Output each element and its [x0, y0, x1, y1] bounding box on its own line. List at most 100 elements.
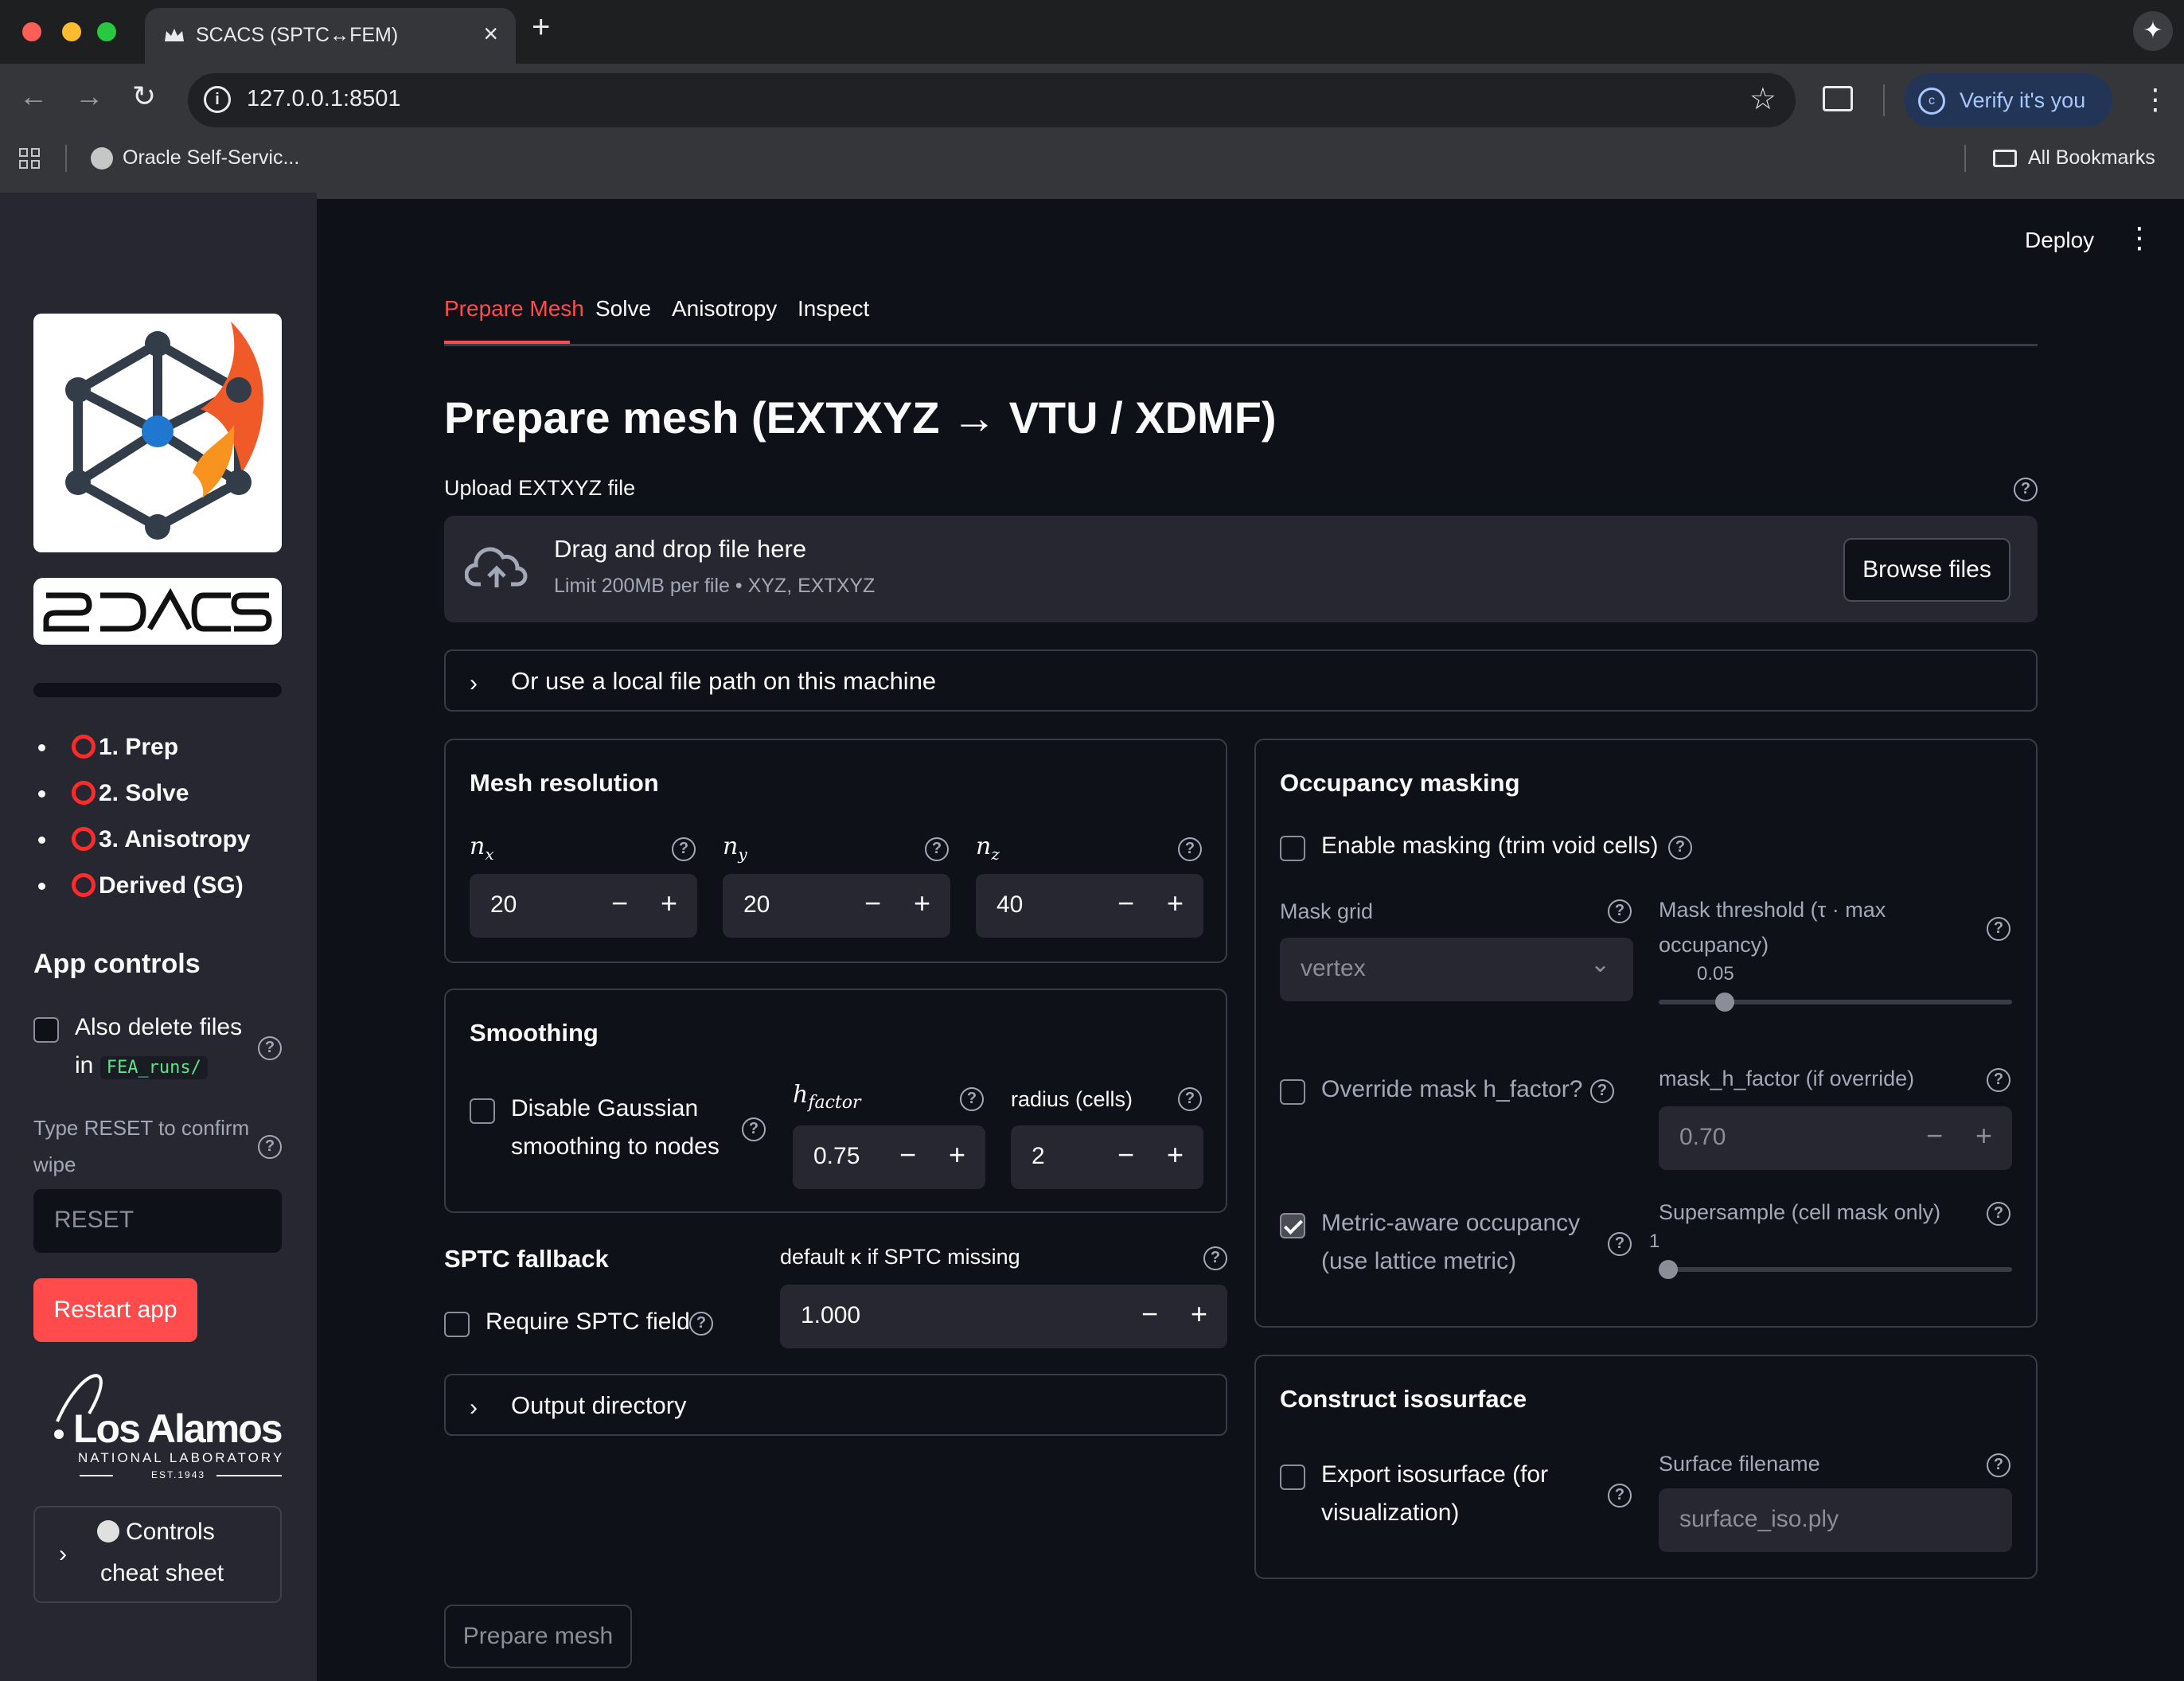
output-directory-expander[interactable]: › Output directory — [444, 1374, 1227, 1436]
help-icon[interactable]: ? — [1178, 1087, 1202, 1111]
browse-files-button[interactable]: Browse files — [1843, 538, 2010, 602]
page-title: Prepare mesh (EXTXYZ → VTU / XDMF) — [444, 392, 1277, 443]
increment-button[interactable]: + — [661, 887, 677, 920]
help-icon[interactable]: ? — [925, 837, 949, 861]
default-kappa-stepper[interactable]: 1.000 − + — [780, 1285, 1227, 1348]
lens-icon[interactable] — [1823, 86, 1853, 111]
decrement-button[interactable]: − — [1117, 887, 1134, 920]
minimize-window-button[interactable] — [62, 22, 81, 41]
help-icon[interactable]: ? — [2014, 478, 2038, 501]
help-icon[interactable]: ? — [1608, 1484, 1632, 1507]
close-tab-icon[interactable]: × — [483, 19, 498, 49]
help-icon[interactable]: ? — [1987, 1068, 2010, 1092]
close-window-button[interactable] — [22, 22, 41, 41]
tab-prepare-mesh[interactable]: Prepare Mesh — [444, 296, 584, 322]
back-button[interactable]: ← — [19, 80, 48, 113]
step-item-prep[interactable]: 1. Prep — [33, 727, 251, 774]
smoothing-title: Smoothing — [470, 1019, 599, 1047]
increment-button[interactable]: + — [1975, 1119, 1992, 1153]
supersample-slider-handle[interactable] — [1659, 1260, 1678, 1279]
tab-anisotropy[interactable]: Anisotropy — [672, 296, 777, 322]
zoom-window-button[interactable] — [97, 22, 116, 41]
app-controls-heading: App controls — [33, 949, 201, 979]
mask-hfactor-stepper[interactable]: 0.70 − + — [1659, 1106, 2012, 1170]
disable-smoothing-checkbox[interactable] — [470, 1098, 495, 1124]
require-sptc-label: Require SPTC field — [486, 1309, 690, 1335]
surface-filename-input[interactable]: surface_iso.ply — [1659, 1488, 2012, 1552]
step-item-derived[interactable]: Derived (SG) — [33, 866, 251, 912]
star-icon[interactable]: ☆ — [1749, 81, 1776, 117]
help-icon[interactable]: ? — [1608, 1232, 1632, 1256]
increment-button[interactable]: + — [914, 887, 930, 920]
decrement-button[interactable]: − — [611, 887, 628, 920]
new-tab-button[interactable]: + — [532, 10, 550, 45]
tab-solve[interactable]: Solve — [595, 296, 651, 322]
also-delete-checkbox[interactable] — [33, 1017, 59, 1043]
metric-aware-checkbox[interactable] — [1280, 1213, 1305, 1238]
help-icon[interactable]: ? — [1178, 837, 1202, 861]
supersample-slider-track[interactable] — [1659, 1267, 2012, 1272]
decrement-button[interactable]: − — [864, 887, 881, 920]
reload-button[interactable]: ↻ — [132, 80, 156, 113]
prepare-mesh-button[interactable]: Prepare mesh — [444, 1605, 632, 1668]
bookmark-oracle[interactable]: Oracle Self-Servic... — [91, 146, 299, 170]
increment-button[interactable]: + — [1167, 1138, 1184, 1172]
grid-icon[interactable] — [19, 148, 41, 170]
help-icon[interactable]: ? — [1987, 1453, 2010, 1477]
help-icon[interactable]: ? — [258, 1135, 282, 1159]
decrement-button[interactable]: − — [1117, 1138, 1134, 1172]
gemini-icon[interactable]: ✦ — [2133, 11, 2173, 51]
help-icon[interactable]: ? — [1590, 1079, 1614, 1103]
decrement-button[interactable]: − — [1141, 1297, 1158, 1331]
deploy-button[interactable]: Deploy — [2025, 228, 2094, 253]
help-icon[interactable]: ? — [258, 1036, 282, 1060]
mask-grid-select[interactable]: vertex ⌄ — [1280, 938, 1633, 1001]
upload-label: Upload EXTXYZ file — [444, 476, 636, 500]
step-item-anisotropy[interactable]: 3. Anisotropy — [33, 820, 251, 866]
forward-button[interactable]: → — [75, 80, 103, 113]
help-icon[interactable]: ? — [742, 1117, 766, 1141]
enable-masking-checkbox[interactable] — [1280, 836, 1305, 861]
local-path-expander[interactable]: › Or use a local file path on this machi… — [444, 649, 2038, 712]
url-text: 127.0.0.1:8501 — [247, 86, 401, 111]
help-icon[interactable]: ? — [1203, 1246, 1227, 1270]
output-directory-label: Output directory — [511, 1391, 687, 1419]
chevron-right-icon: › — [470, 1394, 478, 1421]
restart-app-button[interactable]: Restart app — [33, 1278, 197, 1342]
export-isosurface-checkbox[interactable] — [1280, 1465, 1305, 1490]
address-bar[interactable]: i 127.0.0.1:8501 ☆ — [188, 73, 1796, 127]
increment-button[interactable]: + — [949, 1138, 965, 1172]
help-icon[interactable]: ? — [1987, 1202, 2010, 1226]
main-menu-icon[interactable]: ⋮ — [2125, 221, 2154, 255]
require-sptc-checkbox[interactable] — [444, 1312, 470, 1337]
also-delete-label: Also delete files — [75, 1014, 243, 1040]
info-icon[interactable]: i — [204, 86, 231, 113]
mask-threshold-slider-track[interactable] — [1659, 1000, 2012, 1004]
all-bookmarks[interactable]: All Bookmarks — [1993, 146, 2155, 170]
step-item-solve[interactable]: 2. Solve — [33, 774, 251, 820]
help-icon[interactable]: ? — [1987, 917, 2010, 941]
decrement-button[interactable]: − — [1926, 1119, 1943, 1153]
increment-button[interactable]: + — [1167, 887, 1184, 920]
help-icon[interactable]: ? — [689, 1312, 713, 1336]
nx-stepper[interactable]: 20 − + — [470, 874, 697, 938]
browser-tab[interactable]: SCACS (SPTC↔FEM) × — [145, 8, 516, 64]
reset-input[interactable]: RESET — [33, 1189, 282, 1253]
verify-profile-button[interactable]: c Verify it's you — [1904, 73, 2112, 127]
hfactor-stepper[interactable]: 0.75 − + — [793, 1125, 985, 1189]
help-icon[interactable]: ? — [1608, 899, 1632, 923]
increment-button[interactable]: + — [1191, 1297, 1207, 1331]
ny-stepper[interactable]: 20 − + — [723, 874, 950, 938]
help-icon[interactable]: ? — [1668, 836, 1692, 860]
file-dropzone[interactable]: Drag and drop file here Limit 200MB per … — [444, 516, 2038, 622]
nz-stepper[interactable]: 40 − + — [976, 874, 1203, 938]
override-hfactor-checkbox[interactable] — [1280, 1079, 1305, 1105]
mask-threshold-label-line2: occupancy) — [1659, 933, 1769, 957]
decrement-button[interactable]: − — [899, 1138, 916, 1172]
help-icon[interactable]: ? — [960, 1087, 984, 1111]
tab-inspect[interactable]: Inspect — [798, 296, 869, 322]
controls-cheat-sheet-expander[interactable]: › Controls cheat sheet — [33, 1506, 282, 1603]
radius-stepper[interactable]: 2 − + — [1011, 1125, 1203, 1189]
help-icon[interactable]: ? — [672, 837, 696, 861]
browser-menu-icon[interactable]: ⋮ — [2141, 83, 2170, 116]
